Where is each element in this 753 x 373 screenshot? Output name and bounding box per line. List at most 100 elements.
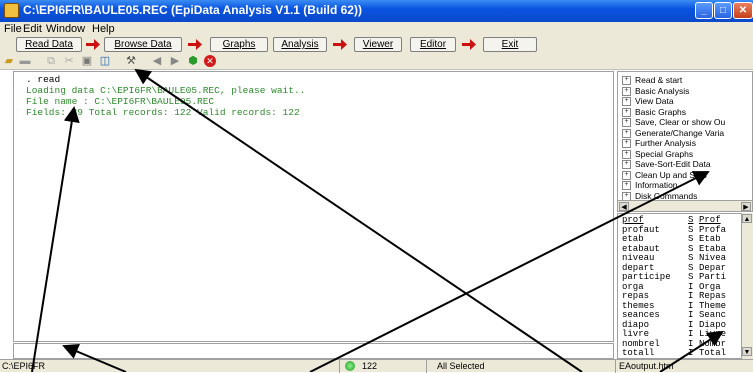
variable-type[interactable]: S — [688, 272, 693, 282]
expand-icon[interactable]: + — [622, 181, 631, 191]
scroll-up-icon[interactable]: ▲ — [742, 214, 752, 223]
expand-icon[interactable]: + — [622, 86, 631, 96]
variable-label[interactable]: Parti — [699, 272, 726, 282]
variable-type[interactable]: S — [688, 225, 693, 235]
stop-icon[interactable]: ✕ — [204, 55, 216, 67]
variable-type[interactable]: S — [688, 253, 693, 263]
tree-item[interactable]: + Further Analysis — [622, 138, 696, 149]
paste-icon[interactable]: ▣ — [80, 55, 94, 68]
expand-icon[interactable]: + — [622, 139, 631, 149]
variable-label[interactable]: Prof — [699, 215, 721, 225]
menu-file[interactable]: File — [4, 22, 22, 36]
save-icon[interactable]: ▬ — [18, 55, 32, 68]
variable-label[interactable]: Nombr — [699, 339, 726, 349]
variable-label[interactable]: Profa — [699, 225, 726, 235]
variables-vertical-scrollbar[interactable]: ▲ ▼ — [741, 213, 753, 359]
variable-type[interactable]: I — [688, 301, 693, 311]
tree-item[interactable]: + Save, Clear or show Ou — [622, 117, 725, 128]
viewer-button[interactable]: Viewer — [354, 37, 402, 52]
variable-name[interactable]: profaut — [622, 225, 660, 235]
close-button[interactable]: ✕ — [733, 2, 753, 19]
expand-icon[interactable]: + — [622, 170, 631, 180]
variable-label[interactable]: Nivea — [699, 253, 726, 263]
tree-item[interactable]: + Special Graphs — [622, 149, 693, 160]
variable-name[interactable]: themes — [622, 301, 654, 311]
variable-name[interactable]: participe — [622, 272, 671, 282]
back-icon[interactable]: ◀ — [150, 55, 164, 68]
variable-label[interactable]: Livre — [699, 329, 726, 339]
variable-name[interactable]: livre — [622, 329, 649, 339]
exit-button[interactable]: Exit — [483, 37, 537, 52]
variable-type[interactable]: I — [688, 282, 693, 292]
command-input[interactable] — [13, 343, 614, 359]
tree-item[interactable]: + Generate/Change Varia — [622, 128, 724, 139]
variable-type[interactable]: I — [688, 291, 693, 301]
expand-icon[interactable]: + — [622, 149, 631, 159]
variable-name[interactable]: repas — [622, 291, 649, 301]
variable-name[interactable]: totall — [622, 348, 654, 358]
variable-type[interactable]: I — [688, 329, 693, 339]
variable-name[interactable]: niveau — [622, 253, 654, 263]
variable-label[interactable]: Total — [699, 348, 726, 358]
window-layout-icon[interactable]: ◫ — [98, 55, 112, 68]
expand-icon[interactable]: + — [622, 160, 631, 170]
menu-help[interactable]: Help — [92, 22, 115, 36]
expand-icon[interactable]: + — [622, 128, 631, 138]
variable-type[interactable]: S — [688, 215, 693, 225]
tree-item[interactable]: + Basic Analysis — [622, 86, 689, 97]
variable-name[interactable]: depart — [622, 263, 654, 273]
variable-name[interactable]: etab — [622, 234, 644, 244]
tree-item[interactable]: + Clean Up and Stop — [622, 170, 707, 181]
tree-item[interactable]: + Read & start — [622, 75, 682, 86]
variable-label[interactable]: Diapo — [699, 320, 726, 330]
variable-name[interactable]: etabaut — [622, 244, 660, 254]
expand-icon[interactable]: + — [622, 76, 631, 86]
copy-icon[interactable]: ⧉ — [44, 55, 58, 68]
variable-label[interactable]: Seanc — [699, 310, 726, 320]
scroll-left-icon[interactable]: ◀ — [619, 202, 629, 211]
variable-name[interactable]: orga — [622, 282, 644, 292]
variable-label[interactable]: Etab — [699, 234, 721, 244]
browse-data-button[interactable]: Browse Data — [104, 37, 182, 52]
analysis-button[interactable]: Analysis — [273, 37, 327, 52]
editor-button[interactable]: Editor — [410, 37, 456, 52]
tree-item[interactable]: + Information — [622, 180, 678, 191]
tools-icon[interactable]: ⚒ — [124, 55, 138, 68]
expand-icon[interactable]: + — [622, 118, 631, 128]
menu-edit[interactable]: Edit — [23, 22, 42, 36]
tree-item[interactable]: + Save-Sort-Edit Data — [622, 159, 711, 170]
variable-name[interactable]: diapo — [622, 320, 649, 330]
forward-icon[interactable]: ▶ — [168, 55, 182, 68]
tree-item[interactable]: + View Data — [622, 96, 674, 107]
menu-window[interactable]: Window — [46, 22, 85, 36]
variable-name[interactable]: seances — [622, 310, 660, 320]
expand-icon[interactable]: + — [622, 107, 631, 117]
tree-horizontal-scrollbar[interactable]: ◀ ▶ — [617, 200, 753, 212]
variable-name[interactable]: nombrel — [622, 339, 660, 349]
variable-type[interactable]: S — [688, 234, 693, 244]
scroll-right-icon[interactable]: ▶ — [741, 202, 751, 211]
variable-type[interactable]: S — [688, 244, 693, 254]
graphs-button[interactable]: Graphs — [210, 37, 268, 52]
scroll-down-icon[interactable]: ▼ — [742, 347, 752, 356]
title-bar[interactable]: C:\EPI6FR\BAULE05.REC (EpiData Analysis … — [0, 0, 753, 22]
variable-label[interactable]: Depar — [699, 263, 726, 273]
run-icon[interactable]: ⬢ — [186, 55, 200, 68]
read-data-button[interactable]: Read Data — [16, 37, 82, 52]
variable-label[interactable]: Orga — [699, 282, 721, 292]
expand-icon[interactable]: + — [622, 97, 631, 107]
variable-type[interactable]: S — [688, 263, 693, 273]
variable-type[interactable]: I — [688, 320, 693, 330]
variable-type[interactable]: I — [688, 339, 693, 349]
tree-item[interactable]: + Basic Graphs — [622, 107, 686, 118]
maximize-button[interactable]: □ — [714, 2, 732, 19]
variable-type[interactable]: I — [688, 310, 693, 320]
variable-label[interactable]: Theme — [699, 301, 726, 311]
minimize-button[interactable]: _ — [695, 2, 713, 19]
cut-icon[interactable]: ✂ — [62, 55, 76, 68]
variable-name[interactable]: prof — [622, 215, 644, 225]
variable-label[interactable]: Repas — [699, 291, 726, 301]
open-folder-icon[interactable]: ▰ — [2, 55, 16, 68]
variable-type[interactable]: I — [688, 348, 693, 358]
variable-label[interactable]: Etaba — [699, 244, 726, 254]
